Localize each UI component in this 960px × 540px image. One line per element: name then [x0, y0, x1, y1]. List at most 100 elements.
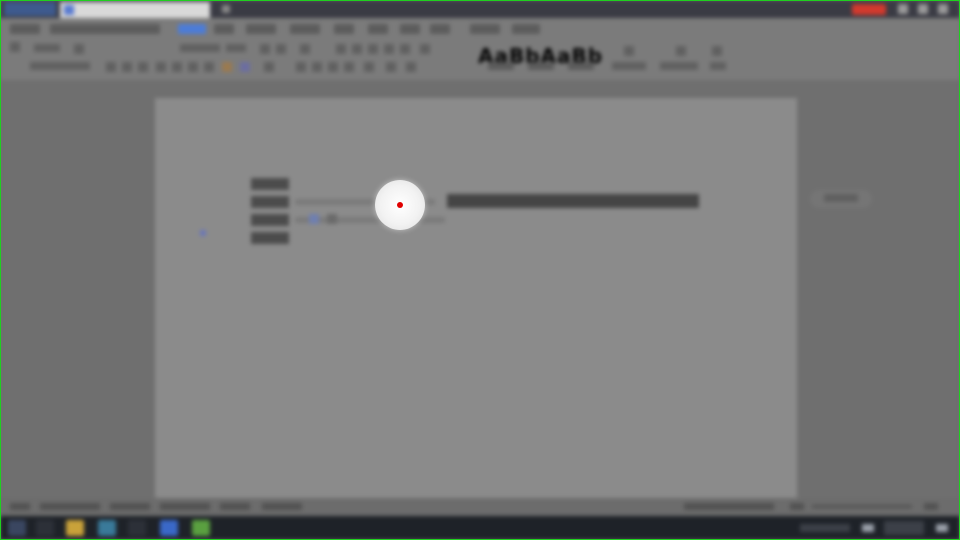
justify-icon[interactable] [344, 62, 354, 72]
home-tab[interactable] [4, 2, 56, 16]
clear-format-icon[interactable] [300, 44, 310, 54]
minimize-icon[interactable] [898, 4, 908, 14]
style-heading-1[interactable] [528, 62, 554, 70]
grow-font-icon[interactable] [260, 44, 270, 54]
document-canvas [0, 80, 960, 518]
style-normal[interactable] [488, 62, 514, 70]
underline-icon[interactable] [138, 62, 148, 72]
zoom-slider[interactable] [812, 505, 912, 508]
margin-marker-icon [200, 230, 206, 236]
paste-icon[interactable] [10, 42, 20, 52]
menu-item[interactable] [10, 24, 40, 34]
indent-icon[interactable] [368, 44, 378, 54]
find-replace-button[interactable] [660, 62, 698, 70]
status-item [160, 503, 210, 510]
quick-access-toolbar[interactable] [50, 24, 160, 34]
align-left-icon[interactable] [296, 62, 306, 72]
inline-icon [309, 214, 319, 224]
side-floating-button[interactable] [810, 190, 872, 208]
select-button[interactable] [710, 62, 726, 70]
font-color-icon[interactable] [240, 62, 250, 72]
title-bar [0, 0, 960, 18]
show-marks-icon[interactable] [420, 44, 430, 54]
status-item [40, 503, 100, 510]
sort-icon[interactable] [400, 44, 410, 54]
click-point [397, 202, 403, 208]
screen: AaBbAaBb [0, 0, 960, 540]
document-icon [64, 5, 74, 15]
menu-item[interactable] [470, 24, 500, 34]
menu-item[interactable] [400, 24, 420, 34]
view-mode-buttons[interactable] [684, 503, 774, 510]
content-block [251, 196, 289, 208]
menu-item[interactable] [430, 24, 450, 34]
menu-item[interactable] [290, 24, 320, 34]
ribbon: AaBbAaBb [0, 18, 960, 80]
new-tab-icon[interactable] [222, 5, 230, 13]
menu-item[interactable] [334, 24, 354, 34]
char-border-icon[interactable] [264, 62, 274, 72]
start-icon[interactable] [8, 520, 26, 536]
cut-button[interactable] [34, 44, 60, 52]
menu-item-active[interactable] [178, 24, 206, 34]
menu-item[interactable] [368, 24, 388, 34]
action-center-icon[interactable] [936, 524, 948, 532]
inline-icon [327, 214, 337, 224]
select-icon[interactable] [712, 46, 722, 56]
login-button[interactable] [852, 4, 886, 15]
file-explorer-icon[interactable] [66, 520, 84, 536]
document-page[interactable] [155, 98, 797, 518]
align-center-icon[interactable] [312, 62, 322, 72]
notification-icon[interactable] [862, 524, 874, 532]
line-spacing-icon[interactable] [364, 62, 374, 72]
text-effect-icon[interactable] [204, 62, 214, 72]
content-block [251, 214, 289, 226]
strikethrough-icon[interactable] [156, 62, 166, 72]
menu-item[interactable] [246, 24, 276, 34]
status-bar [0, 498, 960, 516]
app-icon[interactable] [128, 520, 146, 536]
search-icon[interactable] [36, 520, 54, 536]
align-right-icon[interactable] [328, 62, 338, 72]
clock[interactable] [884, 521, 924, 535]
find-replace-icon[interactable] [676, 46, 686, 56]
highlight-icon[interactable] [222, 62, 232, 72]
styles-button[interactable] [612, 62, 646, 70]
spreadsheet-app-icon[interactable] [192, 520, 210, 536]
taskbar [0, 516, 960, 540]
close-icon[interactable] [938, 4, 948, 14]
status-item [220, 503, 250, 510]
shading-icon[interactable] [386, 62, 396, 72]
font-size-select[interactable] [226, 44, 246, 52]
zoom-out-icon[interactable] [790, 503, 804, 510]
content-block [251, 232, 289, 244]
italic-icon[interactable] [122, 62, 132, 72]
clipboard-row[interactable] [30, 62, 90, 70]
shrink-font-icon[interactable] [276, 44, 286, 54]
bold-icon[interactable] [106, 62, 116, 72]
border-icon[interactable] [406, 62, 416, 72]
numbering-icon[interactable] [352, 44, 362, 54]
new-style-icon[interactable] [624, 46, 634, 56]
browser-icon[interactable] [98, 520, 116, 536]
bullets-icon[interactable] [336, 44, 346, 54]
superscript-icon[interactable] [172, 62, 182, 72]
outdent-icon[interactable] [384, 44, 394, 54]
content-block [251, 178, 289, 190]
zoom-in-icon[interactable] [924, 503, 938, 510]
format-painter-icon[interactable] [74, 44, 84, 54]
blurred-application: AaBbAaBb [0, 0, 960, 540]
subscript-icon[interactable] [188, 62, 198, 72]
menu-item[interactable] [214, 24, 234, 34]
status-item [110, 503, 150, 510]
maximize-icon[interactable] [918, 4, 928, 14]
font-name-select[interactable] [180, 44, 220, 52]
selected-text [447, 194, 699, 208]
writer-app-icon[interactable] [160, 520, 178, 536]
status-item [262, 503, 302, 510]
document-tab[interactable] [60, 2, 210, 18]
system-tray[interactable] [800, 524, 850, 532]
style-heading-2[interactable] [568, 62, 594, 70]
status-item [10, 503, 30, 510]
menu-item[interactable] [512, 24, 540, 34]
